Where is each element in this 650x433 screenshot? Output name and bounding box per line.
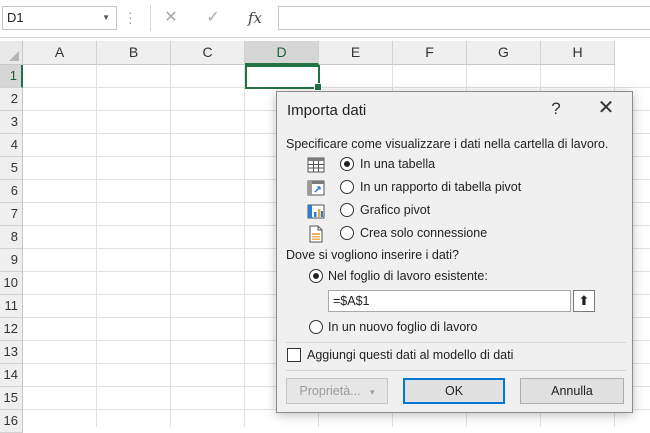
formula-input[interactable] [278,6,650,30]
name-box-value: D1 [7,10,24,25]
data-model-label[interactable]: Aggiungi questi dati al modello di dati [307,348,513,362]
row-header-13[interactable]: 13 [0,341,23,364]
option-label-connection-only[interactable]: Crea solo connessione [360,226,487,240]
view-prompt: Specificare come visualizzare i dati nel… [286,137,609,151]
column-header-e[interactable]: E [319,41,393,65]
radio-connection-only[interactable] [340,226,354,240]
row-header-15[interactable]: 15 [0,387,23,410]
radio-in-table[interactable] [340,157,354,171]
row-header-8[interactable]: 8 [0,226,23,249]
column-header-b[interactable]: B [97,41,171,65]
divider [150,5,151,31]
name-box[interactable]: D1 ▼ [2,6,117,30]
dialog-title: Importa dati [287,102,367,119]
reference-input[interactable]: =$A$1 [328,290,571,312]
properties-button[interactable]: Proprietà... ▾ [286,378,388,404]
radio-pivot-chart[interactable] [340,203,354,217]
row-header-4[interactable]: 4 [0,134,23,157]
row-header-5[interactable]: 5 [0,157,23,180]
option-label-pivot-table[interactable]: In un rapporto di tabella pivot [360,180,521,194]
row-header-9[interactable]: 9 [0,249,23,272]
column-header-f[interactable]: F [393,41,467,65]
collapse-dialog-icon[interactable]: ⬆ [573,290,595,312]
row-header-11[interactable]: 11 [0,295,23,318]
existing-sheet-label[interactable]: Nel foglio di lavoro esistente: [328,269,488,283]
column-header-c[interactable]: C [171,41,245,65]
properties-label: Proprietà... [299,384,361,398]
row-header-14[interactable]: 14 [0,364,23,387]
close-button[interactable]: ✕ [595,97,617,119]
divider [286,370,626,371]
row-header-16[interactable]: 16 [0,410,23,433]
data-model-checkbox[interactable] [287,348,301,362]
connection-only-icon [309,225,323,243]
help-button[interactable]: ? [546,99,566,119]
destination-prompt: Dove si vogliono inserire i dati? [286,248,460,262]
radio-existing-sheet[interactable] [309,269,323,283]
insert-function-button[interactable]: fx [238,6,272,30]
column-header-g[interactable]: G [467,41,541,65]
cancel-button[interactable]: Annulla [520,378,624,404]
column-header-h[interactable]: H [541,41,615,65]
table-icon [307,157,325,173]
row-header-3[interactable]: 3 [0,111,23,134]
pivot-table-icon [307,180,325,196]
row-header-10[interactable]: 10 [0,272,23,295]
import-data-dialog: Importa dati ? ✕ Specificare come visual… [276,91,633,413]
row-header-12[interactable]: 12 [0,318,23,341]
row-header-6[interactable]: 6 [0,180,23,203]
select-all-corner[interactable] [0,41,23,65]
enter-entry-button[interactable]: ✓ [196,6,230,30]
radio-pivot-table[interactable] [340,180,354,194]
formula-bar: D1 ▼ · · · ✕ ✓ fx [0,0,650,38]
radio-new-sheet[interactable] [309,320,323,334]
row-header-7[interactable]: 7 [0,203,23,226]
option-label-table[interactable]: In una tabella [360,157,435,171]
cancel-entry-button[interactable]: ✕ [154,6,188,30]
new-sheet-label[interactable]: In un nuovo foglio di lavoro [328,320,477,334]
chevron-down-icon: ▾ [370,387,375,397]
ok-button[interactable]: OK [403,378,505,404]
chevron-down-icon[interactable]: ▼ [102,7,110,29]
active-cell-D1[interactable] [245,65,322,91]
row-header-1[interactable]: 1 [0,65,23,88]
column-header-d[interactable]: D [245,41,319,65]
option-label-pivot-chart[interactable]: Grafico pivot [360,203,430,217]
grip-dots-icon[interactable]: · · · [128,5,133,29]
pivot-chart-icon [307,204,325,219]
row-header-2[interactable]: 2 [0,88,23,111]
column-header-a[interactable]: A [23,41,97,65]
divider [286,342,626,343]
